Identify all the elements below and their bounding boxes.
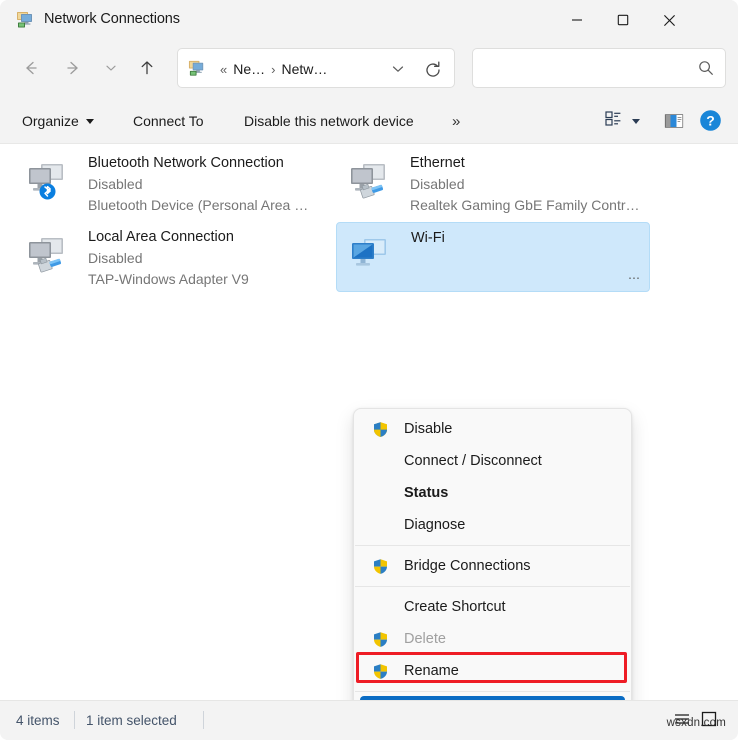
search-input[interactable]	[483, 49, 692, 89]
menu-item-label: Connect / Disconnect	[404, 453, 542, 469]
menu-item-rename[interactable]: Rename	[358, 655, 627, 687]
list-item-name: Wi-Fi	[411, 230, 445, 246]
menu-separator	[355, 586, 630, 587]
list-item-device: Realtek Gaming GbE Family Contr…	[410, 197, 640, 213]
list-item-overflow-icon: ⋯	[628, 271, 641, 285]
organize-button[interactable]: Organize	[14, 105, 102, 137]
menu-item-status[interactable]: Status	[358, 477, 627, 509]
breadcrumb-separator: ›	[271, 62, 275, 77]
menu-item-disable[interactable]: Disable	[358, 413, 627, 445]
overflow-label: »	[452, 113, 460, 130]
status-divider	[74, 711, 75, 729]
menu-item-create-shortcut[interactable]: Create Shortcut	[358, 591, 627, 623]
refresh-icon[interactable]	[422, 59, 444, 81]
disable-network-device-button[interactable]: Disable this network device	[236, 105, 422, 137]
menu-item-bridge-connections[interactable]: Bridge Connections	[358, 550, 627, 582]
organize-label: Organize	[22, 113, 79, 129]
list-item-ethernet[interactable]: Ethernet Disabled Realtek Gaming GbE Fam…	[336, 148, 650, 218]
menu-item-diagnose[interactable]: Diagnose	[358, 509, 627, 541]
overflow-button[interactable]: »	[444, 105, 468, 137]
watermark: wsxdn.com	[667, 717, 726, 729]
list-item-device: TAP-Windows Adapter V9	[88, 271, 249, 287]
status-divider	[203, 711, 204, 729]
window-title: Network Connections	[44, 11, 180, 27]
up-button[interactable]	[128, 48, 166, 88]
list-item-status: Disabled	[410, 176, 464, 192]
disable-device-label: Disable this network device	[244, 113, 414, 129]
wifi-adapter-icon	[347, 235, 397, 280]
menu-item-label: Disable	[404, 421, 452, 437]
connect-to-label: Connect To	[133, 113, 204, 129]
help-button[interactable]: ?	[699, 109, 722, 132]
shield-icon	[372, 663, 389, 680]
status-bar: 4 items 1 item selected wsxdn.com	[0, 700, 738, 740]
connections-list: Bluetooth Network Connection Disabled Bl…	[0, 144, 738, 700]
menu-item-label: Diagnose	[404, 517, 465, 533]
search-box[interactable]	[472, 48, 726, 88]
address-bar[interactable]: « Ne… › Netw…	[177, 48, 455, 88]
connect-to-button[interactable]: Connect To	[125, 105, 212, 137]
help-icon: ?	[699, 119, 722, 136]
bluetooth-adapter-icon	[24, 160, 74, 205]
list-item-name: Ethernet	[410, 155, 465, 171]
command-bar: Organize Connect To Disable this network…	[0, 98, 738, 144]
recent-locations-button[interactable]	[96, 48, 126, 88]
status-selection-count: 1 item selected	[86, 713, 177, 728]
back-button[interactable]	[12, 48, 50, 88]
menu-item-label: Create Shortcut	[404, 599, 506, 615]
breadcrumb-item-1[interactable]: Netw…	[281, 61, 327, 77]
address-network-connections-icon	[188, 59, 207, 78]
details-pane-button[interactable]	[662, 109, 686, 133]
status-item-count: 4 items	[16, 713, 60, 728]
shield-icon	[372, 558, 389, 575]
search-icon	[697, 59, 715, 77]
list-item-status: Disabled	[88, 176, 142, 192]
svg-text:?: ?	[706, 113, 715, 129]
list-view-icon	[604, 109, 623, 133]
close-button[interactable]	[646, 0, 692, 40]
list-item-local-area-connection[interactable]: Local Area Connection Disabled TAP-Windo…	[14, 222, 328, 292]
chevron-down-icon	[632, 119, 640, 124]
network-connections-icon	[16, 10, 36, 30]
menu-item-connect-disconnect[interactable]: Connect / Disconnect	[358, 445, 627, 477]
list-item-name: Bluetooth Network Connection	[88, 155, 284, 171]
forward-button[interactable]	[54, 48, 92, 88]
menu-item-label: Delete	[404, 631, 446, 647]
context-menu: Disable Connect / Disconnect Status Diag…	[353, 408, 632, 734]
menu-separator	[355, 545, 630, 546]
menu-separator	[355, 691, 630, 692]
list-item-bluetooth-network-connection[interactable]: Bluetooth Network Connection Disabled Bl…	[14, 148, 328, 218]
shield-icon	[372, 421, 389, 438]
maximize-button[interactable]	[600, 0, 646, 40]
breadcrumb: « Ne… › Netw…	[214, 59, 327, 79]
breadcrumb-prefix: «	[220, 62, 227, 77]
menu-item-label: Status	[404, 485, 448, 501]
ethernet-adapter-icon	[24, 234, 74, 279]
chevron-down-icon	[86, 119, 94, 124]
breadcrumb-item-0[interactable]: Ne…	[233, 61, 265, 77]
details-pane-icon	[662, 120, 686, 137]
menu-item-label: Rename	[404, 663, 459, 679]
chevron-down-icon[interactable]	[390, 61, 406, 77]
view-options-button[interactable]	[598, 105, 646, 137]
navigation-bar: « Ne… › Netw…	[0, 40, 738, 98]
list-item-device: Bluetooth Device (Personal Area …	[88, 197, 308, 213]
menu-item-delete: Delete	[358, 623, 627, 655]
title-bar: Network Connections	[0, 0, 738, 40]
shield-icon	[372, 631, 389, 648]
list-item-status: Disabled	[88, 250, 142, 266]
menu-item-label: Bridge Connections	[404, 558, 531, 574]
ethernet-adapter-icon	[346, 160, 396, 205]
list-item-wifi[interactable]: Wi-Fi ⋯	[336, 222, 650, 292]
minimize-button[interactable]	[554, 0, 600, 40]
file-explorer-window: Network Connections	[0, 0, 738, 740]
list-item-name: Local Area Connection	[88, 229, 234, 245]
